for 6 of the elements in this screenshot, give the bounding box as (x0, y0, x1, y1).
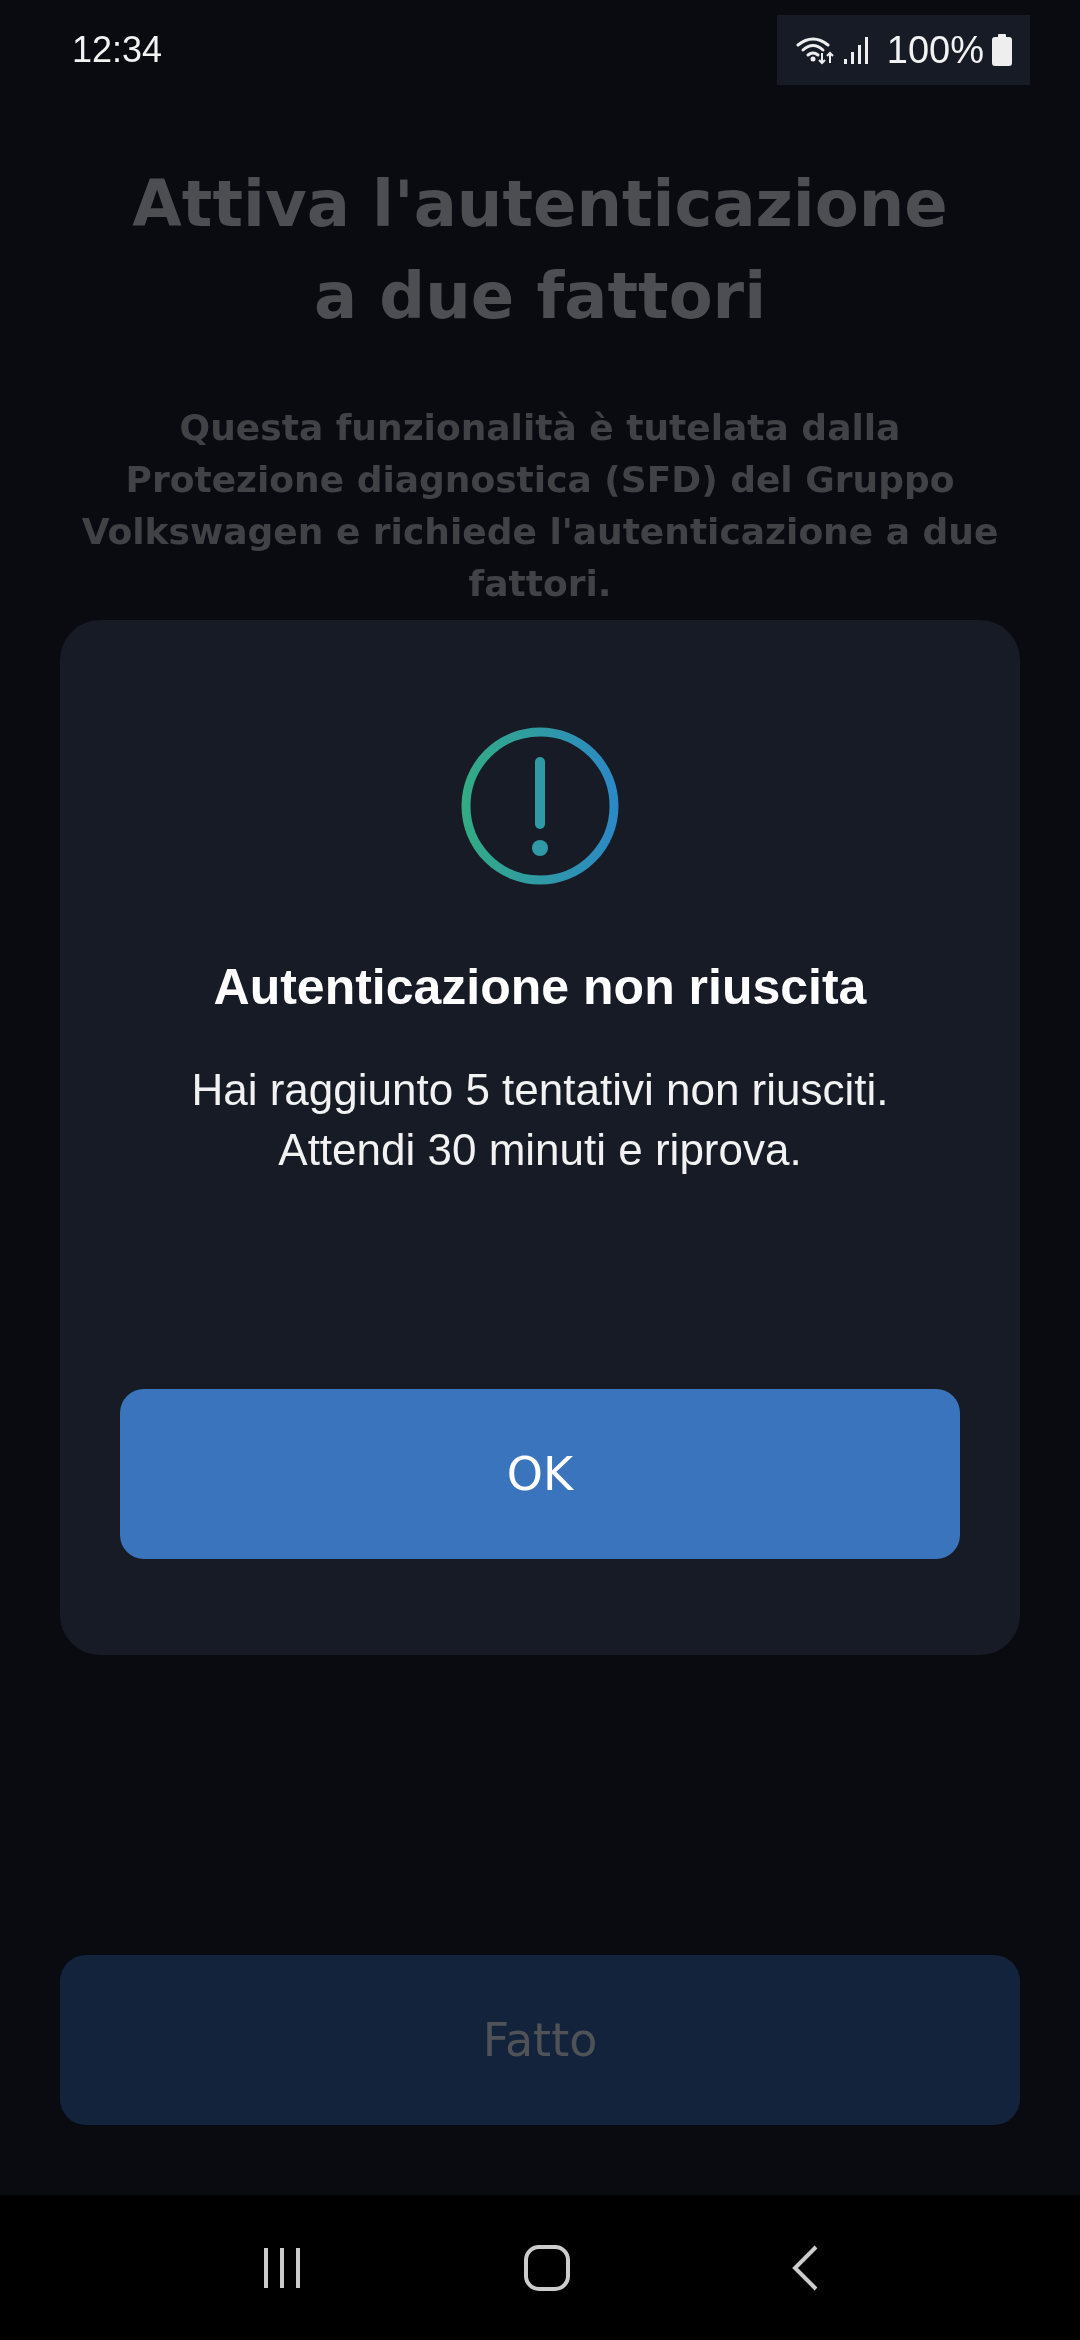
status-time: 12:34 (72, 29, 163, 71)
page-title: Attiva l'autenticazione a due fattori (131, 166, 949, 335)
dialog-message: Hai raggiunto 5 tentativi non riusciti. Attendi 30 minuti e riprova. (190, 1064, 890, 1176)
battery-percentage: 100% (886, 28, 984, 72)
dialog-title: Autenticazione non riuscita (213, 958, 867, 1016)
ok-button[interactable]: OK (120, 1389, 960, 1559)
